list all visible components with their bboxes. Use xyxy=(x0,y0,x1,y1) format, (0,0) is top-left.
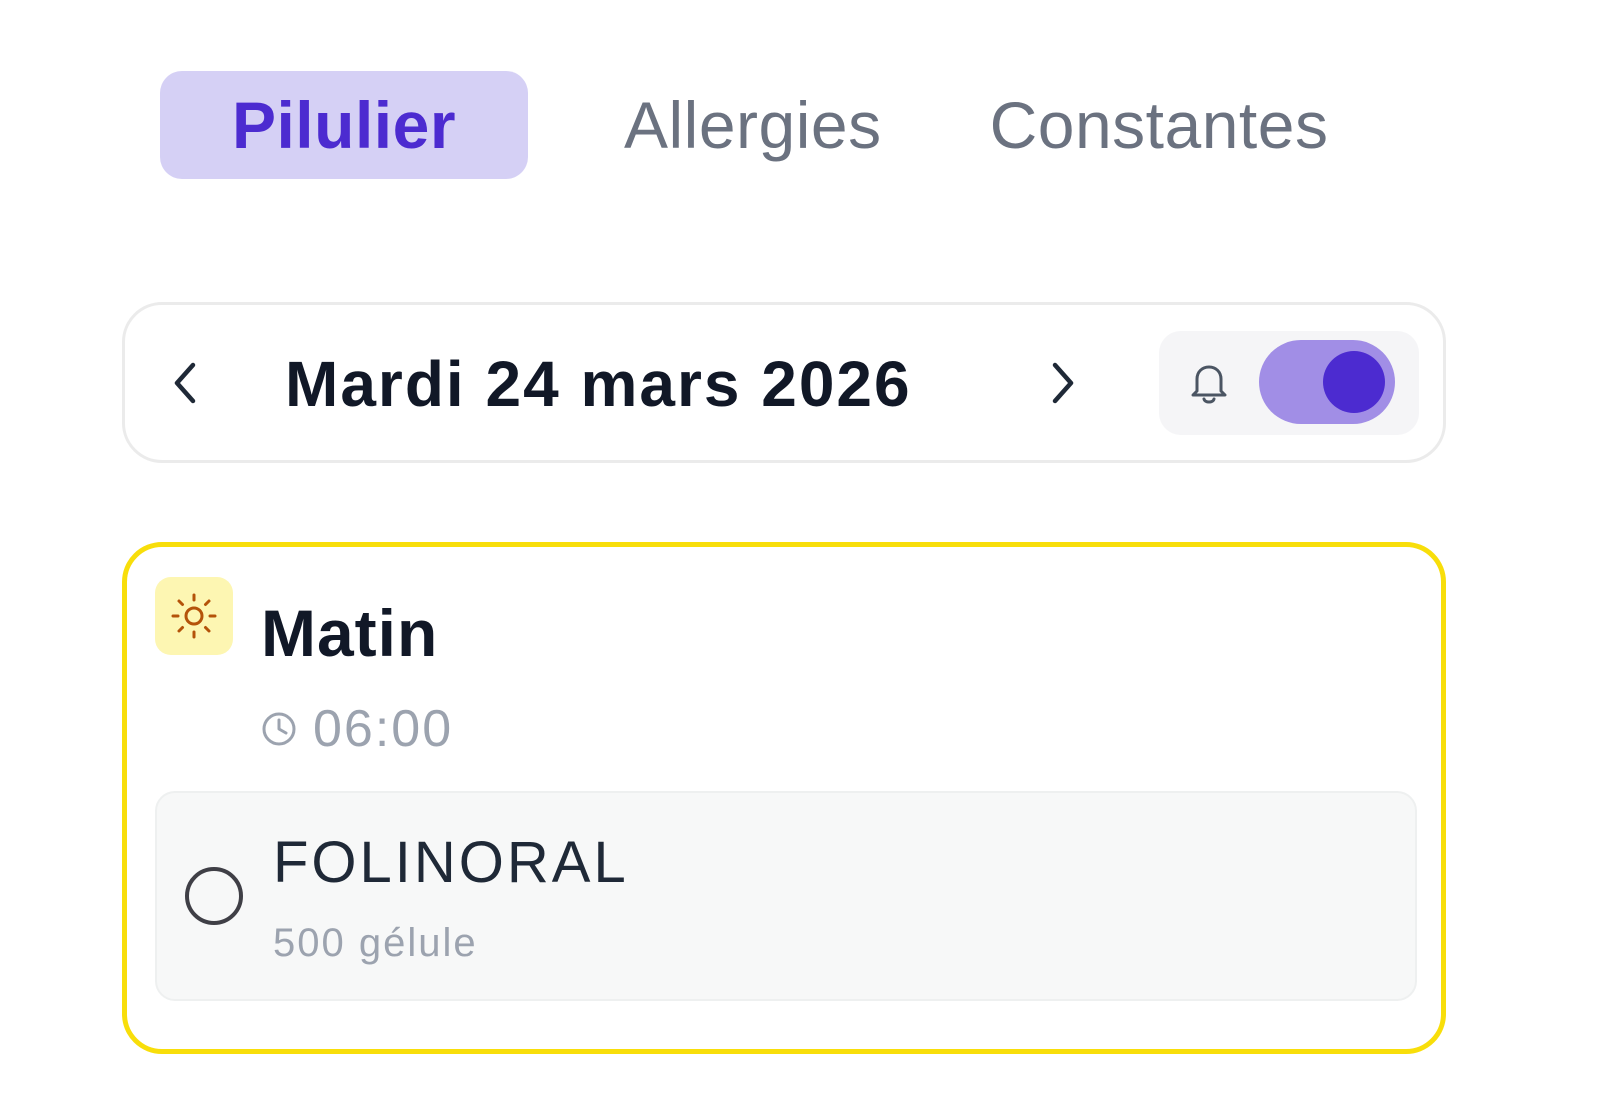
medication-dose: 500 gélule xyxy=(273,921,478,965)
medication-item[interactable]: FOLINORAL 500 gélule xyxy=(155,791,1417,1001)
notification-control xyxy=(1159,331,1419,435)
morning-period-card: Matin 06:00 FOLINORAL 500 gélule xyxy=(122,542,1446,1054)
notifications-toggle[interactable] xyxy=(1259,340,1395,424)
sun-icon-badge xyxy=(155,577,233,655)
tab-pilulier[interactable]: Pilulier xyxy=(160,71,528,179)
period-title: Matin xyxy=(261,596,439,670)
period-time: 06:00 xyxy=(259,699,453,759)
clock-icon xyxy=(262,712,296,746)
medication-name: FOLINORAL xyxy=(273,830,629,895)
period-time-value: 06:00 xyxy=(313,700,454,758)
current-date: Mardi 24 mars 2026 xyxy=(285,348,912,420)
tab-constantes[interactable]: Constantes xyxy=(990,71,1329,179)
tab-allergies[interactable]: Allergies xyxy=(624,71,882,179)
medication-taken-checkbox[interactable] xyxy=(185,867,243,925)
tab-bar: Pilulier Allergies Constantes xyxy=(160,71,1328,179)
toggle-knob xyxy=(1323,351,1385,413)
sun-icon xyxy=(171,593,217,639)
date-navigator: Mardi 24 mars 2026 xyxy=(122,302,1446,463)
bell-icon xyxy=(1191,365,1227,404)
next-day-button[interactable] xyxy=(1029,351,1093,415)
chevron-left-icon xyxy=(174,362,196,404)
previous-day-button[interactable] xyxy=(155,351,219,415)
chevron-right-icon xyxy=(1052,362,1074,404)
